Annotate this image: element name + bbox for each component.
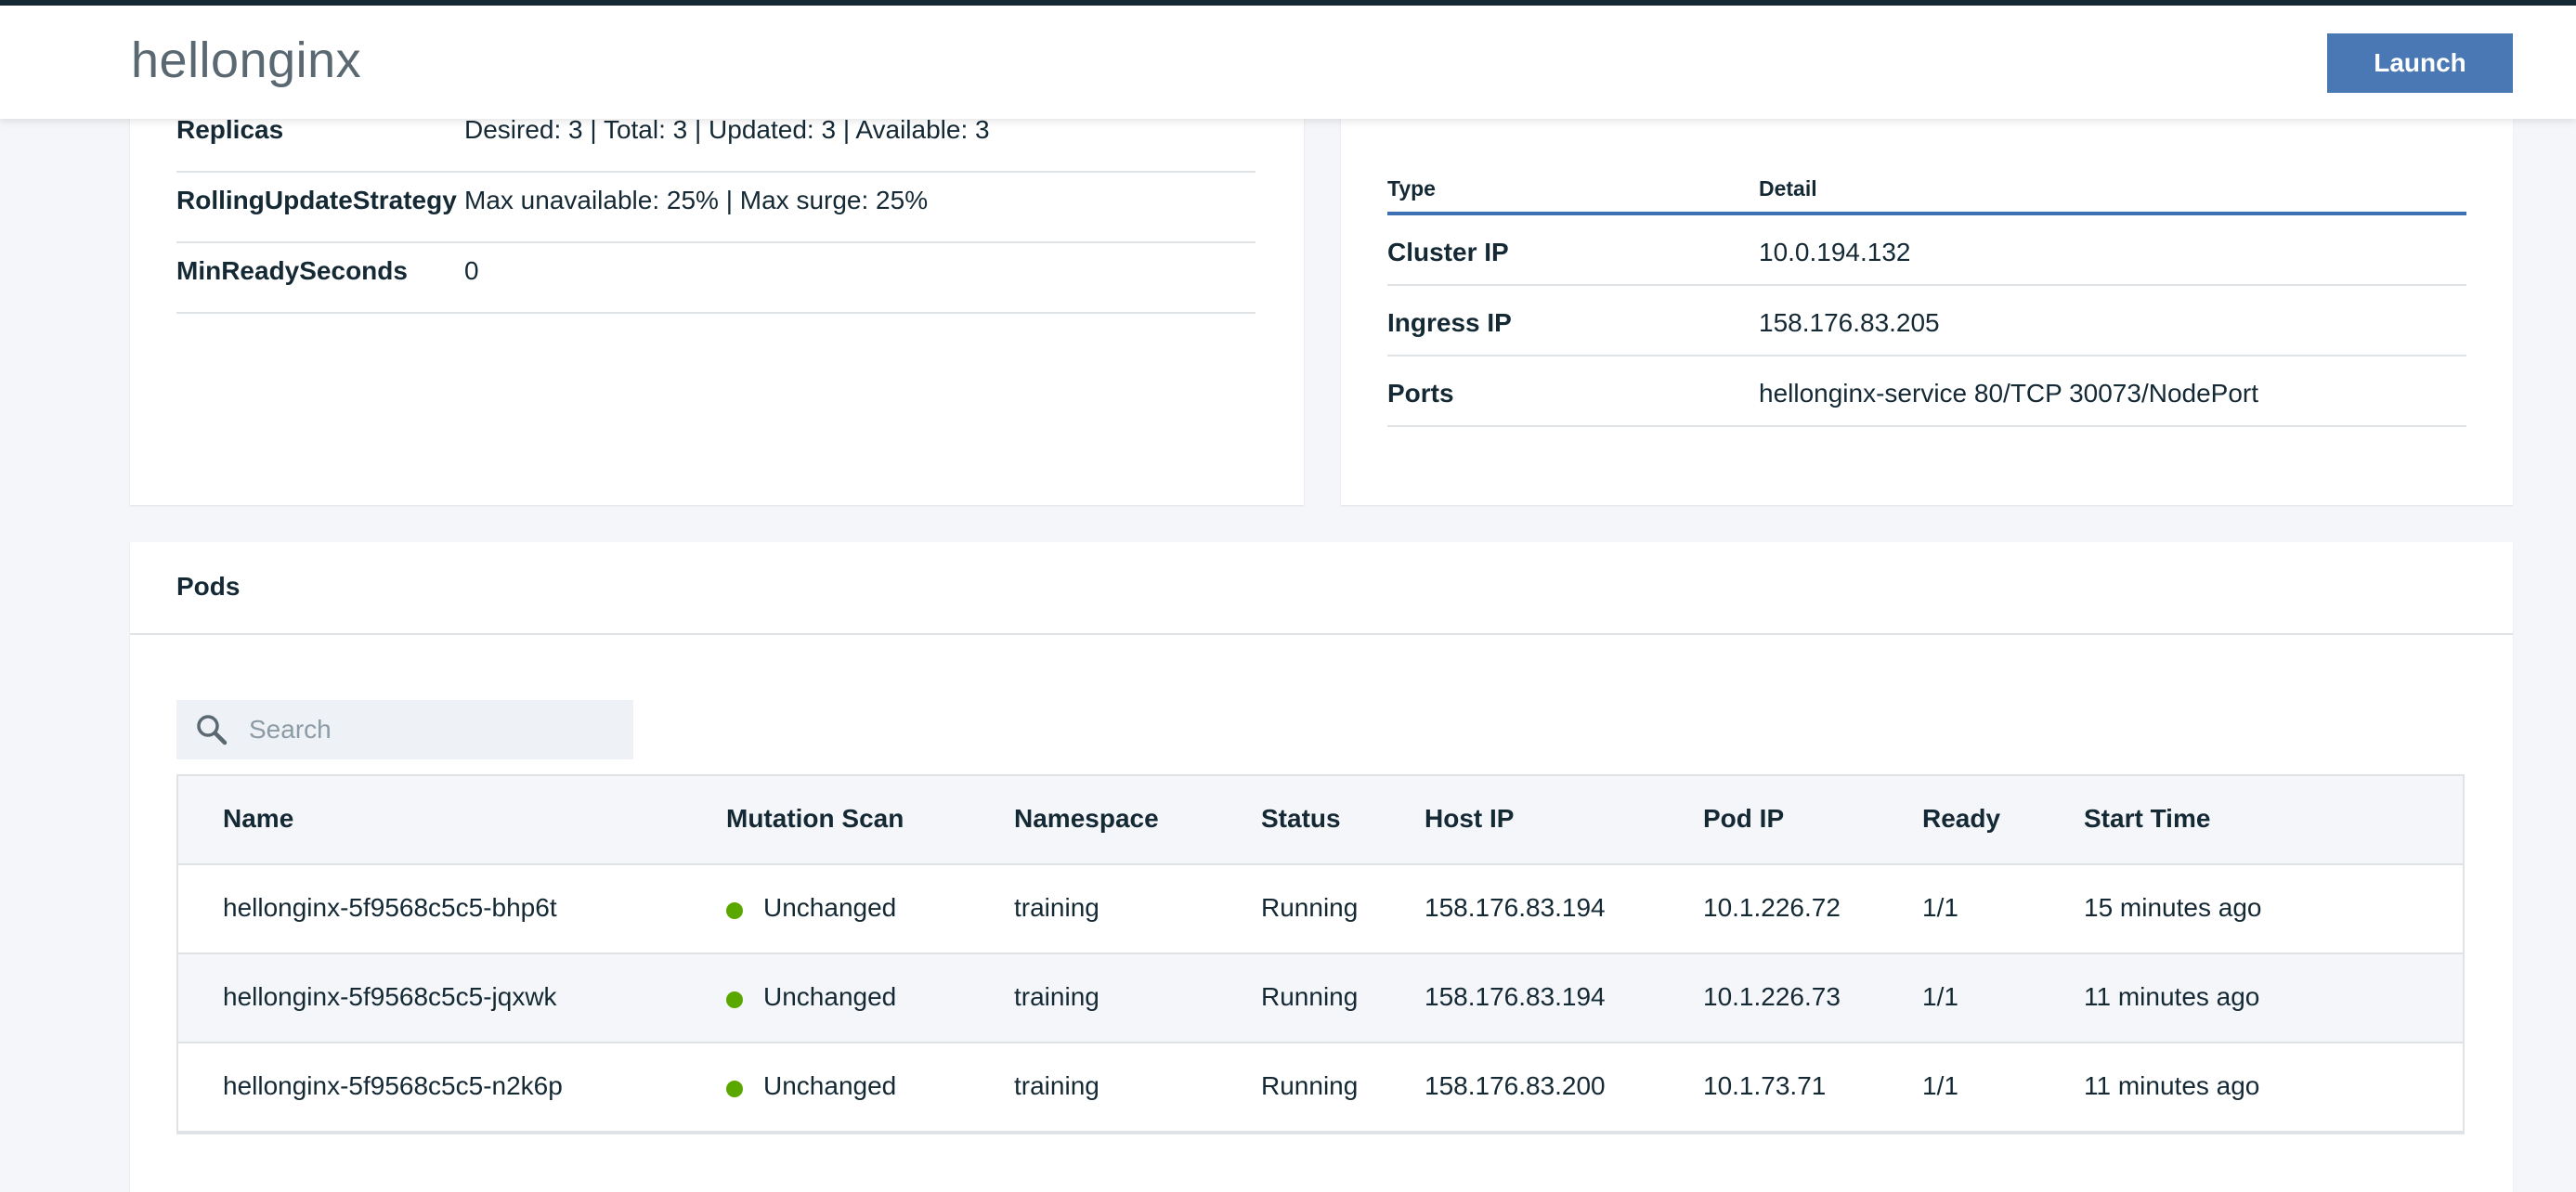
pod-name[interactable]: hellonginx-5f9568c5c5-jqxwk [223,982,557,1012]
mutation-scan: Unchanged [763,1071,897,1100]
pod-status: Running [1261,982,1359,1011]
search-input[interactable] [249,700,620,759]
detail-key: Replicas [176,115,284,144]
launch-button[interactable]: Launch [2327,33,2513,93]
ready: 1/1 [1922,982,1958,1011]
column-header-status[interactable]: Status [1261,804,1341,834]
detail-value: Desired: 3 | Total: 3 | Updated: 3 | Ava… [464,115,990,144]
pods-card: Pods Name Mutation Scan Namespace Status… [130,542,2513,1192]
column-header-detail: Detail [1759,176,1817,201]
namespace: training [1014,893,1099,922]
start-time: 11 minutes ago [2084,1071,2260,1100]
column-header-host-ip[interactable]: Host IP [1425,804,1514,834]
mutation-scan: Unchanged [763,982,897,1011]
ready: 1/1 [1922,893,1958,922]
column-header-start-time[interactable]: Start Time [2084,804,2210,834]
column-header-namespace[interactable]: Namespace [1014,804,1159,834]
service-detail: 10.0.194.132 [1759,238,1911,266]
divider [130,633,2513,635]
table-row[interactable]: hellonginx-5f9568c5c5-n2k6p Unchanged tr… [178,1043,2463,1133]
ready: 1/1 [1922,1071,1958,1100]
detail-key: RollingUpdateStrategy [176,186,457,214]
service-detail: hellonginx-service 80/TCP 30073/NodePort [1759,379,2259,408]
detail-key: MinReadySeconds [176,256,408,285]
detail-value: Max unavailable: 25% | Max surge: 25% [464,186,929,214]
start-time: 15 minutes ago [2084,893,2262,922]
page-title: hellonginx [131,32,362,88]
service-detail: 158.176.83.205 [1759,308,1940,337]
pod-name[interactable]: hellonginx-5f9568c5c5-bhp6t [223,893,557,923]
service-type: Ingress IP [1387,308,1512,337]
pod-status: Running [1261,893,1359,922]
status-dot-icon [726,991,743,1008]
service-row-ingress-ip: Ingress IP 158.176.83.205 [1387,286,2466,356]
service-table-header: Type Detail [1387,171,2466,215]
pod-ip: 10.1.226.72 [1703,893,1841,922]
column-header-mutation-scan[interactable]: Mutation Scan [726,804,904,834]
detail-row-min-ready: MinReadySeconds 0 [176,243,1255,314]
mutation-scan: Unchanged [763,893,897,922]
pod-ip: 10.1.226.73 [1703,982,1841,1011]
pod-ip: 10.1.73.71 [1703,1071,1827,1100]
host-ip: 158.176.83.194 [1425,893,1606,922]
detail-value: 0 [464,256,479,285]
pod-name[interactable]: hellonginx-5f9568c5c5-n2k6p [223,1071,563,1101]
deployment-details-card: Replicas Desired: 3 | Total: 3 | Updated… [130,110,1304,505]
pods-table: Name Mutation Scan Namespace Status Host… [176,774,2465,1134]
table-row[interactable]: hellonginx-5f9568c5c5-bhp6t Unchanged tr… [178,865,2463,954]
namespace: training [1014,982,1099,1011]
service-card: Type Detail Cluster IP 10.0.194.132 Ingr… [1341,110,2513,505]
start-time: 11 minutes ago [2084,982,2260,1011]
pod-status: Running [1261,1071,1359,1100]
column-header-type: Type [1387,176,1436,201]
service-row-ports: Ports hellonginx-service 80/TCP 30073/No… [1387,356,2466,427]
pods-search-box[interactable] [176,700,633,759]
service-type: Cluster IP [1387,238,1509,266]
service-type: Ports [1387,379,1454,408]
table-row[interactable]: hellonginx-5f9568c5c5-jqxwk Unchanged tr… [178,954,2463,1043]
column-header-name[interactable]: Name [223,804,293,834]
host-ip: 158.176.83.194 [1425,982,1606,1011]
column-header-ready[interactable]: Ready [1922,804,2000,834]
host-ip: 158.176.83.200 [1425,1071,1606,1100]
column-header-pod-ip[interactable]: Pod IP [1703,804,1784,834]
search-icon [197,715,228,745]
service-row-cluster-ip: Cluster IP 10.0.194.132 [1387,215,2466,286]
pods-section-title: Pods [176,572,241,601]
table-header: Name Mutation Scan Namespace Status Host… [178,776,2463,865]
status-dot-icon [726,1081,743,1097]
status-dot-icon [726,902,743,919]
detail-row-rolling-update: RollingUpdateStrategy Max unavailable: 2… [176,173,1255,243]
page-header: hellonginx Launch [0,6,2576,119]
namespace: training [1014,1071,1099,1100]
